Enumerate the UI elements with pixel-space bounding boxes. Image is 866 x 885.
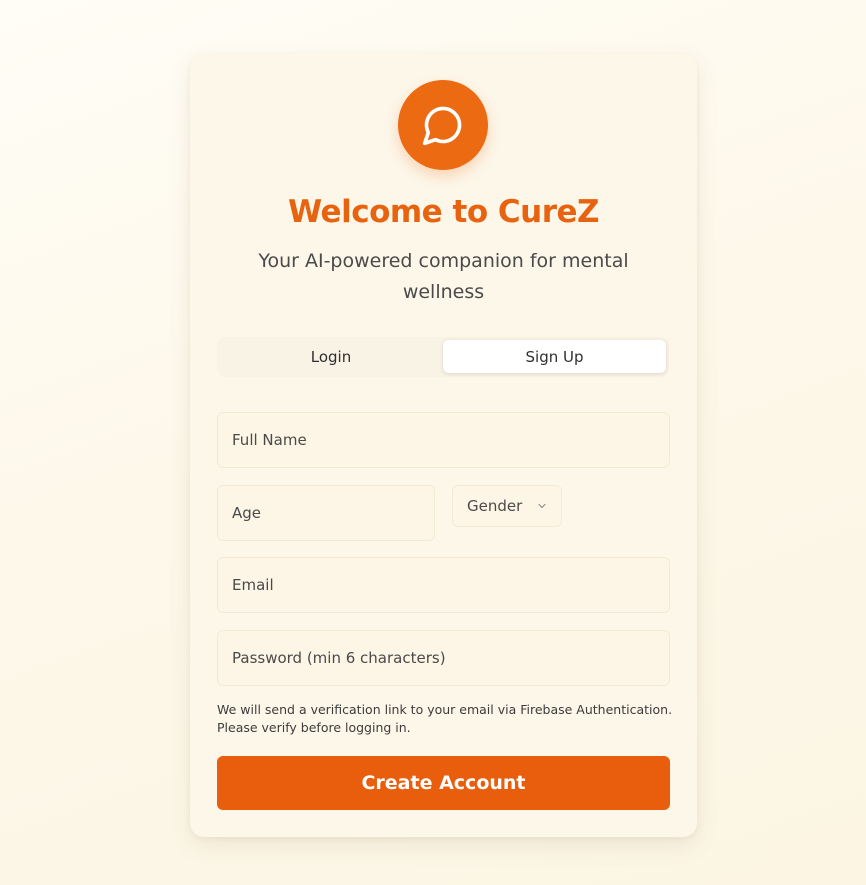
verification-note: We will send a verification link to your… [217, 702, 673, 735]
gender-select-value: Gender [467, 497, 523, 515]
tab-sign-up[interactable]: Sign Up [443, 340, 666, 373]
auth-tabs: Login Sign Up [217, 337, 669, 377]
signup-card: Welcome to CureZ Your AI-powered compani… [190, 54, 697, 837]
app-logo [398, 80, 488, 170]
message-circle-icon [421, 103, 465, 147]
gender-select[interactable]: Gender [452, 485, 562, 527]
password-input[interactable]: Password (min 6 characters) [217, 630, 670, 686]
page-subtitle: Your AI-powered companion for mental wel… [258, 250, 629, 303]
create-account-button[interactable]: Create Account [217, 756, 670, 810]
tab-login[interactable]: Login [220, 340, 442, 373]
password-placeholder: Password (min 6 characters) [232, 649, 446, 667]
full-name-input[interactable]: Full Name [217, 412, 670, 468]
page-title: Welcome to CureZ [287, 194, 600, 230]
age-input[interactable]: Age [217, 485, 435, 541]
age-placeholder: Age [232, 504, 262, 522]
email-placeholder: Email [232, 576, 274, 594]
chevron-down-icon [536, 500, 548, 512]
email-input[interactable]: Email [217, 557, 670, 613]
full-name-placeholder: Full Name [232, 431, 307, 449]
